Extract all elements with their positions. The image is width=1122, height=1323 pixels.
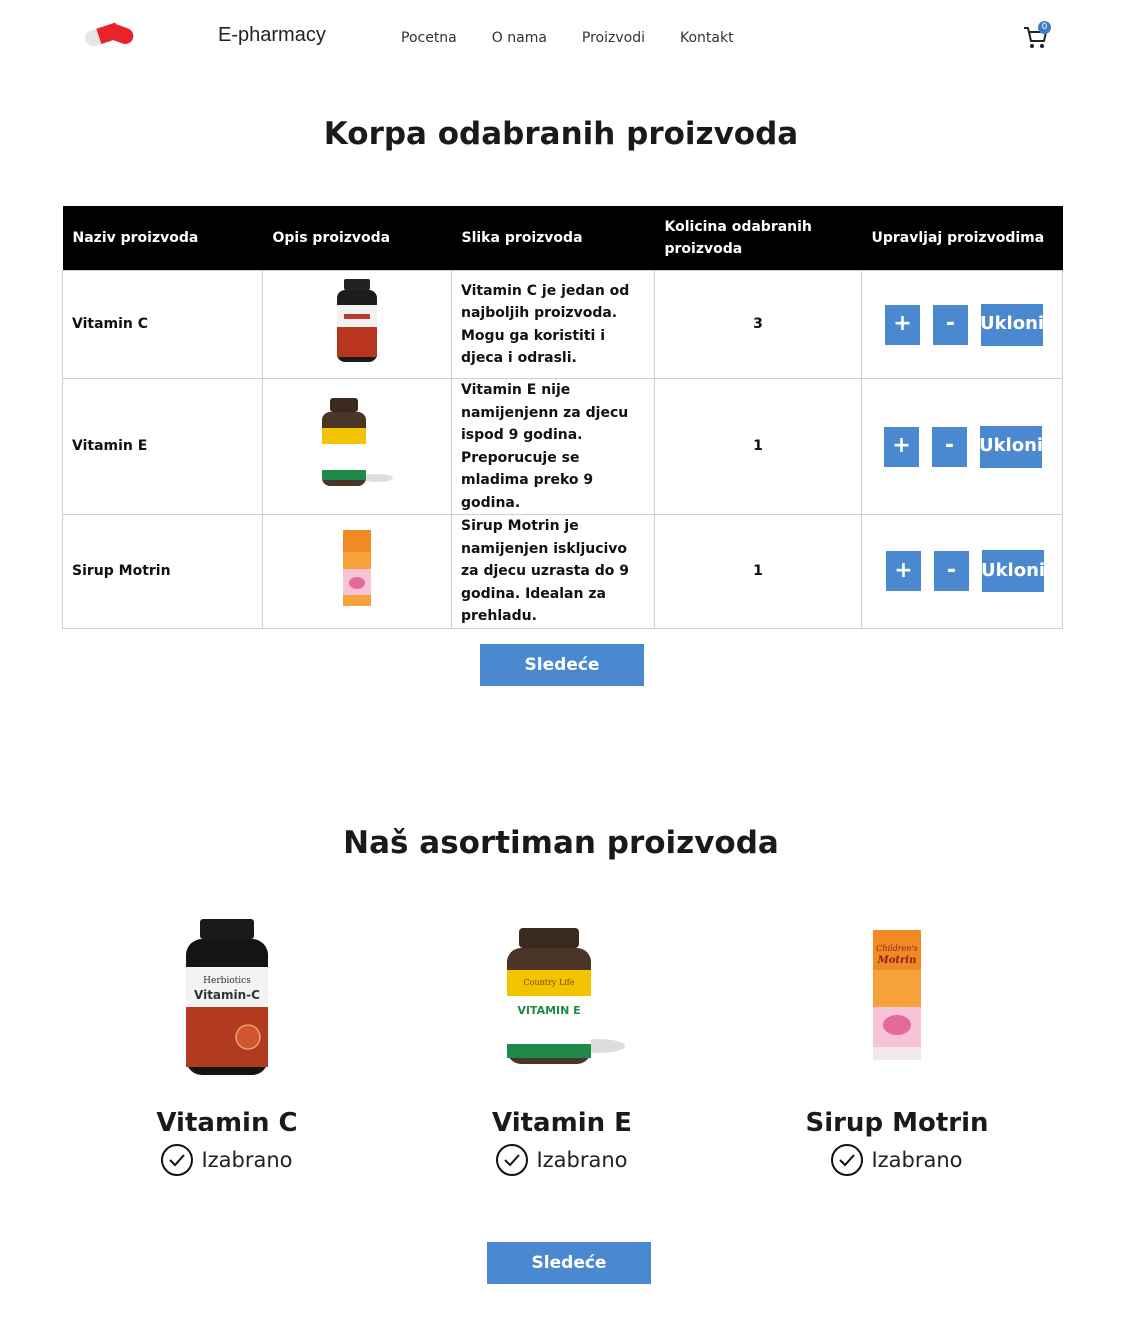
selected-label: Izabrano — [536, 1148, 628, 1172]
checkmark-circle-icon[interactable] — [496, 1144, 529, 1176]
product-image-cell — [262, 514, 452, 629]
remove-product-button[interactable]: Ukloni — [981, 550, 1045, 593]
product-card-vitamin-e[interactable]: Country Life VITAMIN E Vitamin E Izabran… — [412, 915, 712, 1176]
table-row: Vitamin C Vitamin C je jedan od najbolji… — [62, 270, 1063, 379]
product-name: Vitamin E — [492, 1108, 632, 1138]
table-row: Sirup Motrin Sirup Motrin je namijenjen … — [62, 514, 1063, 629]
product-card-sirup-motrin[interactable]: Children's Motrin Sirup Motrin Izabrano — [747, 915, 1047, 1176]
cart-next-button[interactable]: Sledeće — [480, 644, 644, 686]
label-name: Motrin — [877, 955, 917, 966]
column-header: Upravljaj proizvodima — [861, 206, 1063, 271]
manage-cell: + - Ukloni — [861, 514, 1063, 629]
product-name: Sirup Motrin — [805, 1108, 989, 1138]
vitamin-e-bottle-image — [322, 397, 393, 486]
product-image: Children's Motrin — [747, 915, 1047, 1080]
label-name: Vitamin-C — [194, 988, 260, 1002]
product-image-cell — [262, 378, 452, 515]
nav-link-kontakt[interactable]: Kontakt — [680, 30, 734, 46]
product-description-cell: Sirup Motrin je namijenjen iskljucivo za… — [451, 514, 655, 629]
label-brand: Herbiotics — [203, 976, 251, 986]
quantity-cell: 3 — [654, 270, 862, 379]
column-header: Naziv proizvoda — [62, 206, 263, 271]
label-brand: Children's — [876, 944, 918, 953]
product-description-cell: Vitamin E nije namijenjenn za djecu ispo… — [451, 378, 655, 515]
decrease-quantity-button[interactable]: - — [932, 426, 967, 467]
nav-link-pocetna[interactable]: Pocetna — [401, 30, 457, 46]
nav-link-o-nama[interactable]: O nama — [492, 30, 547, 46]
checkmark-circle-icon[interactable] — [161, 1144, 194, 1176]
product-image-cell — [262, 270, 452, 379]
product-image: Herbiotics Vitamin-C — [77, 915, 377, 1080]
vitamin-c-bottle-image: Herbiotics Vitamin-C — [186, 918, 268, 1075]
product-card-vitamin-c[interactable]: Herbiotics Vitamin-C Vitamin C Izabrano — [77, 915, 377, 1176]
increase-quantity-button[interactable]: + — [885, 304, 920, 345]
label-brand: Country Life — [524, 978, 575, 987]
top-navbar: E-pharmacy Pocetna O nama Proizvodi Kont… — [0, 0, 1122, 80]
selected-status[interactable]: Izabrano — [747, 1144, 1047, 1176]
product-description-cell: Vitamin C je jedan od najboljih proizvod… — [451, 270, 655, 379]
selected-label: Izabrano — [201, 1148, 293, 1172]
manage-cell: + - Ukloni — [861, 378, 1063, 515]
manage-cell: + - Ukloni — [861, 270, 1063, 379]
decrease-quantity-button[interactable]: - — [933, 304, 968, 345]
increase-quantity-button[interactable]: + — [886, 551, 921, 592]
table-row: Vitamin E Vitamin E nije namijenjenn za … — [62, 378, 1063, 515]
quantity-cell: 1 — [654, 378, 862, 515]
column-header: Opis proizvoda — [262, 206, 452, 271]
cart-table: Naziv proizvoda Opis proizvoda Slika pro… — [62, 206, 1063, 629]
label-name: VITAMIN E — [517, 1004, 580, 1017]
motrin-syrup-box-image — [343, 529, 371, 606]
products-next-button[interactable]: Sledeće — [487, 1242, 651, 1284]
column-header: Slika proizvoda — [451, 206, 655, 271]
selected-status[interactable]: Izabrano — [412, 1144, 712, 1176]
vitamin-e-bottle-image: Country Life VITAMIN E — [507, 927, 625, 1064]
product-name-cell: Vitamin C — [62, 270, 263, 379]
main-nav: Pocetna O nama Proizvodi Kontakt — [401, 30, 769, 46]
selected-label: Izabrano — [871, 1148, 963, 1172]
remove-product-button[interactable]: Ukloni — [980, 303, 1044, 346]
product-image: Country Life VITAMIN E — [412, 915, 712, 1080]
column-header: Kolicina odabranih proizvoda — [654, 206, 862, 271]
cart-count-badge: 0 — [1038, 21, 1051, 34]
table-header-row: Naziv proizvoda Opis proizvoda Slika pro… — [62, 206, 1063, 271]
product-name: Vitamin C — [156, 1108, 298, 1138]
products-title: Naš asortiman proizvoda — [343, 825, 779, 861]
pill-logo-icon[interactable] — [80, 15, 138, 49]
increase-quantity-button[interactable]: + — [884, 426, 919, 467]
decrease-quantity-button[interactable]: - — [934, 551, 969, 592]
vitamin-c-bottle-image — [337, 278, 377, 362]
checkmark-circle-icon[interactable] — [831, 1144, 864, 1176]
brand-name[interactable]: E-pharmacy — [218, 24, 326, 47]
quantity-cell: 1 — [654, 514, 862, 629]
remove-product-button[interactable]: Ukloni — [979, 425, 1043, 468]
product-name-cell: Sirup Motrin — [62, 514, 263, 629]
selected-status[interactable]: Izabrano — [77, 1144, 377, 1176]
cart-title: Korpa odabranih proizvoda — [323, 116, 799, 152]
nav-link-proizvodi[interactable]: Proizvodi — [582, 30, 645, 46]
motrin-syrup-box-image: Children's Motrin — [873, 929, 921, 1060]
product-name-cell: Vitamin E — [62, 378, 263, 515]
